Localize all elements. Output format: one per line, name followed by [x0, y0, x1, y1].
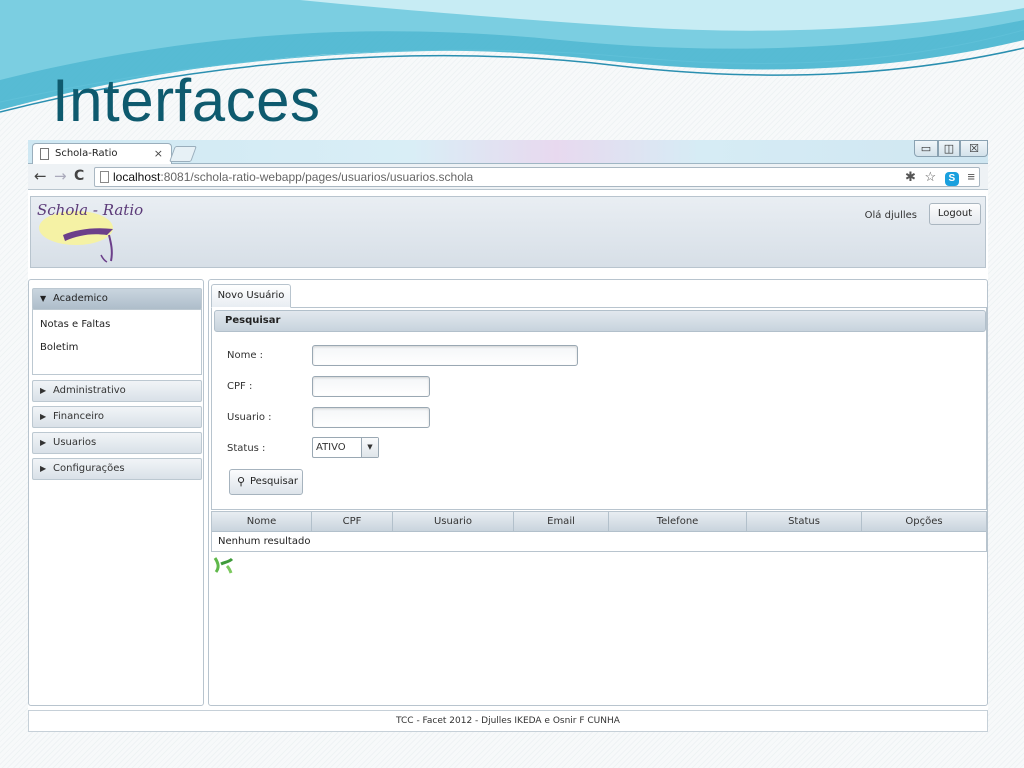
app-header: Schola - Ratio Olá djulles Logout [30, 196, 986, 268]
sidebar-section-administrativo[interactable]: ▶ Administrativo [32, 380, 202, 402]
column-header-email[interactable]: Email [514, 512, 609, 532]
caret-right-icon: ▶ [40, 464, 47, 473]
column-header-status[interactable]: Status [747, 512, 862, 532]
sidebar-item-notas-faltas[interactable]: Notas e Faltas [40, 319, 110, 330]
sidebar-section-academico[interactable]: ▼ Academico [32, 288, 202, 310]
page-icon [40, 148, 49, 160]
tab-bar: Schola-Ratio × ▭ ◫ ☒ [28, 140, 988, 164]
sidebar-section-financeiro[interactable]: ▶ Financeiro [32, 406, 202, 428]
tab-novo-usuario[interactable]: Novo Usuário [211, 284, 291, 308]
nome-input[interactable] [312, 345, 578, 366]
page-viewport: Schola - Ratio Olá djulles Logout ▼ Acad… [28, 190, 988, 732]
caret-right-icon: ▶ [40, 386, 47, 395]
back-arrow-icon[interactable]: ← [34, 168, 47, 184]
search-panel: Pesquisar Nome : CPF : Usuario : Status … [211, 307, 987, 510]
status-label: Status : [227, 443, 266, 454]
browser-toolbar: ← → C localhost:8081/schola-ratio-webapp… [28, 164, 988, 190]
url-path: :8081/schola-ratio-webapp/pages/usuarios… [160, 170, 474, 184]
tab-title: Schola-Ratio [55, 148, 118, 159]
sidebar-section-usuarios[interactable]: ▶ Usuarios [32, 432, 202, 454]
nome-label: Nome : [227, 350, 264, 361]
column-header-cpf[interactable]: CPF [312, 512, 393, 532]
close-window-icon[interactable]: ☒ [960, 140, 988, 157]
address-bar[interactable]: localhost:8081/schola-ratio-webapp/pages… [94, 167, 980, 187]
column-header-nome[interactable]: Nome [212, 512, 312, 532]
logo-quill-icon [63, 228, 113, 263]
sidebar-section-label: Administrativo [53, 385, 126, 396]
url-host: localhost [113, 170, 161, 184]
caret-down-icon: ▼ [40, 294, 47, 303]
reload-icon[interactable]: C [74, 168, 84, 184]
search-button[interactable]: ⚲ Pesquisar [229, 469, 303, 495]
column-header-opcoes[interactable]: Opções [862, 512, 986, 532]
user-greeting: Olá djulles [864, 210, 917, 221]
sidebar-section-label: Financeiro [53, 411, 105, 422]
tab-close-icon[interactable]: × [154, 147, 163, 160]
caret-right-icon: ▶ [40, 438, 47, 447]
results-table: Nome CPF Usuario Email Telefone Status O… [211, 511, 987, 552]
minimize-icon[interactable]: ▭ [914, 140, 938, 157]
usuario-label: Usuario : [227, 412, 272, 423]
sidebar-item-boletim[interactable]: Boletim [40, 342, 78, 353]
search-button-label: Pesquisar [250, 476, 298, 487]
status-select[interactable]: ATIVO ▼ [312, 437, 379, 458]
fieldset-title[interactable]: Pesquisar [214, 310, 986, 332]
app-logo[interactable]: Schola - Ratio [37, 201, 143, 219]
page-footer: TCC - Facet 2012 - Djulles IKEDA e Osnir… [28, 710, 988, 732]
logout-button[interactable]: Logout [929, 203, 981, 225]
forward-arrow-icon[interactable]: → [54, 168, 67, 184]
table-header: Nome CPF Usuario Email Telefone Status O… [212, 512, 986, 532]
caret-right-icon: ▶ [40, 412, 47, 421]
bookmark-star-icon[interactable]: ☆ [925, 169, 937, 184]
page-icon [100, 171, 109, 183]
sidebar-section-label: Usuarios [53, 437, 97, 448]
sidebar-section-label: Configurações [53, 463, 125, 474]
new-tab-button[interactable] [169, 146, 197, 162]
extension-icon[interactable]: ✱ [905, 169, 916, 184]
browser-tab[interactable]: Schola-Ratio × [32, 143, 172, 164]
skype-icon[interactable]: S [944, 172, 959, 186]
search-icon: ⚲ [237, 475, 246, 488]
academico-panel: Notas e Faltas Boletim [32, 309, 202, 375]
chevron-down-icon[interactable]: ▼ [361, 438, 378, 457]
column-header-telefone[interactable]: Telefone [609, 512, 747, 532]
cpf-input[interactable] [312, 376, 430, 397]
slide-title: Interfaces [52, 67, 321, 134]
loading-icon [213, 557, 234, 574]
sidebar-section-label: Academico [53, 293, 108, 304]
status-selected-value: ATIVO [316, 442, 346, 453]
usuario-input[interactable] [312, 407, 430, 428]
cpf-label: CPF : [227, 381, 253, 392]
column-header-usuario[interactable]: Usuario [393, 512, 514, 532]
sidebar-section-configuracoes[interactable]: ▶ Configurações [32, 458, 202, 480]
browser-window: Schola-Ratio × ▭ ◫ ☒ ← → C localhost:808… [28, 140, 988, 732]
empty-results-message: Nenhum resultado [218, 536, 311, 547]
main-content: Novo Usuário Pesquisar Nome : CPF : Usua… [208, 279, 988, 706]
maximize-icon[interactable]: ◫ [938, 140, 960, 157]
browser-menu-icon[interactable]: ≡ [967, 169, 975, 184]
sidebar-menu: ▼ Academico Notas e Faltas Boletim ▶ Adm… [28, 279, 204, 706]
